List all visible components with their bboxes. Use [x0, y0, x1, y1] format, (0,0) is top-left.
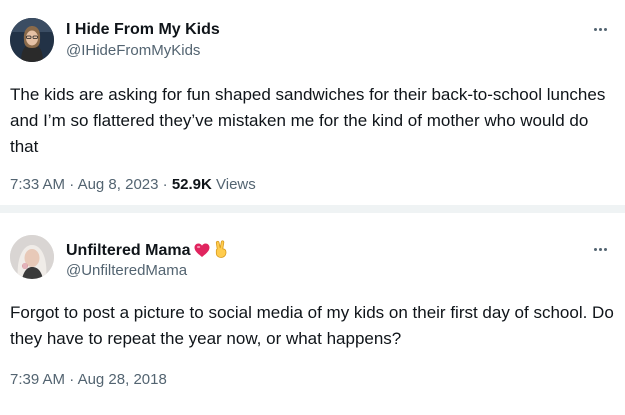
- views-count[interactable]: 52.9K: [172, 176, 212, 193]
- tweet-meta: 7:33 AM · Aug 8, 2023 · 52.9K Views: [10, 175, 256, 195]
- avatar[interactable]: [10, 18, 54, 62]
- tweet-1[interactable]: I Hide From My Kids @IHideFromMyKids The…: [0, 0, 625, 205]
- tweet-text: Forgot to post a picture to social media…: [10, 303, 614, 348]
- tweet-date[interactable]: Aug 28, 2018: [78, 371, 167, 388]
- tweet-date[interactable]: Aug 8, 2023: [78, 176, 159, 193]
- display-name[interactable]: I Hide From My Kids: [66, 20, 220, 40]
- tweet-2[interactable]: Unfiltered Mama @UnfilteredMama Forgot t…: [0, 213, 625, 415]
- avatar[interactable]: [10, 235, 54, 279]
- user-photo-icon: [10, 18, 54, 62]
- more-options-icon[interactable]: [589, 19, 611, 39]
- tweet-divider: [0, 205, 625, 213]
- meta-separator: ·: [65, 371, 78, 388]
- heart-icon: [194, 243, 210, 264]
- user-photo-icon: [10, 235, 54, 279]
- user-handle[interactable]: @IHideFromMyKids: [66, 41, 200, 61]
- user-handle[interactable]: @UnfilteredMama: [66, 261, 187, 281]
- views-label[interactable]: Views: [216, 176, 256, 193]
- more-options-icon[interactable]: [589, 239, 611, 259]
- display-name-text: Unfiltered Mama: [66, 242, 191, 259]
- victory-hand-icon: [214, 240, 228, 264]
- tweet-time[interactable]: 7:33 AM: [10, 176, 65, 193]
- meta-separator: ·: [158, 176, 172, 193]
- tweet-meta: 7:39 AM · Aug 28, 2018: [10, 370, 167, 390]
- meta-separator: ·: [65, 176, 78, 193]
- tweet-time[interactable]: 7:39 AM: [10, 371, 65, 388]
- tweet-text: The kids are asking for fun shaped sandw…: [10, 85, 606, 156]
